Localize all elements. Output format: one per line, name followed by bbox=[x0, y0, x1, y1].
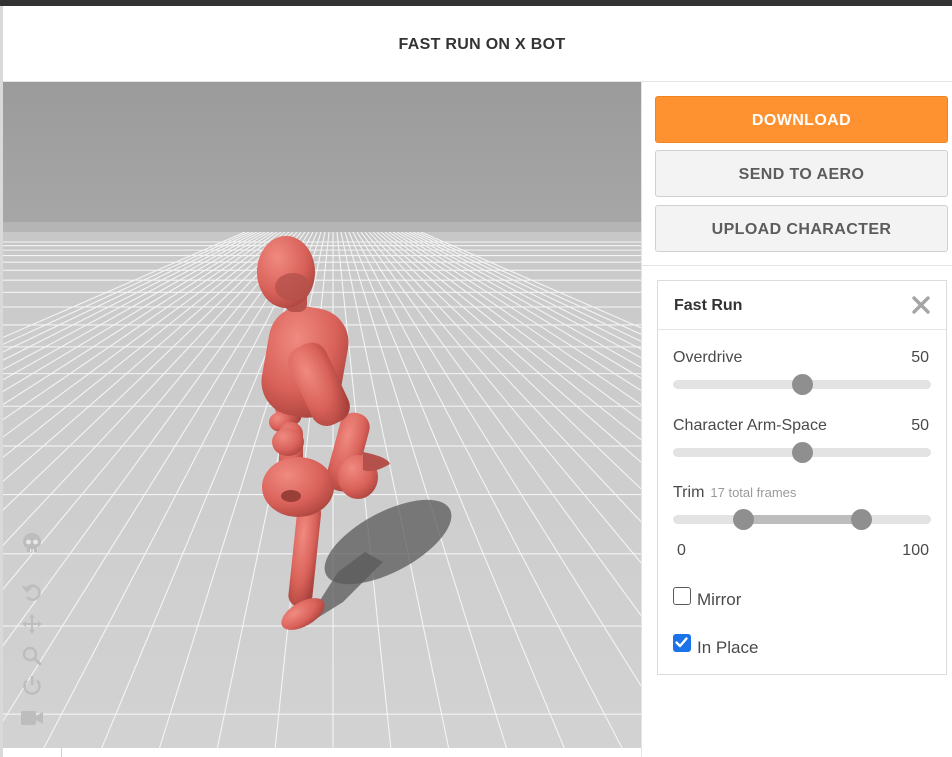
overdrive-slider[interactable] bbox=[673, 374, 931, 395]
zoom-icon[interactable] bbox=[19, 643, 45, 669]
title-bar: FAST RUN ON X BOT bbox=[3, 6, 952, 82]
trim-end-handle[interactable] bbox=[851, 509, 873, 530]
power-icon[interactable] bbox=[19, 673, 45, 699]
side-panel: DOWNLOAD SEND TO AERO UPLOAD CHARACTER F… bbox=[641, 82, 952, 757]
in-place-label: In Place bbox=[697, 638, 759, 657]
mirror-label: Mirror bbox=[697, 590, 742, 609]
animation-settings-panel: Fast Run Overdrive 50 Character Arm-Spac… bbox=[657, 280, 947, 675]
trim-min-label: 0 bbox=[677, 542, 686, 559]
move-icon[interactable] bbox=[19, 611, 45, 637]
overdrive-value: 50 bbox=[911, 349, 929, 366]
panel-header: Fast Run bbox=[658, 281, 946, 330]
arm-space-value: 50 bbox=[911, 417, 929, 434]
in-place-checkbox[interactable] bbox=[673, 634, 691, 652]
page-title: FAST RUN ON X BOT bbox=[398, 36, 566, 53]
skull-icon[interactable] bbox=[19, 530, 45, 556]
scene-canvas[interactable] bbox=[3, 82, 641, 748]
overdrive-label: Overdrive bbox=[673, 349, 743, 366]
overdrive-slider-handle[interactable] bbox=[792, 374, 813, 395]
checkmark-icon bbox=[675, 637, 688, 648]
video-camera-icon[interactable] bbox=[19, 705, 45, 731]
trim-range-fill bbox=[742, 515, 862, 524]
arm-space-label: Character Arm-Space bbox=[673, 417, 827, 434]
trim-range-slider[interactable] bbox=[673, 509, 931, 530]
close-icon[interactable] bbox=[910, 294, 932, 316]
arm-space-slider-handle[interactable] bbox=[792, 442, 813, 463]
animation-name: Fast Run bbox=[674, 297, 743, 314]
trim-frame-count: 17 total frames bbox=[710, 485, 797, 500]
viewport-bottom-strip bbox=[3, 748, 641, 757]
divider bbox=[642, 265, 952, 266]
upload-character-button[interactable]: UPLOAD CHARACTER bbox=[655, 205, 948, 252]
arm-space-slider[interactable] bbox=[673, 442, 931, 463]
trim-max-label: 100 bbox=[902, 542, 929, 559]
mirror-checkbox[interactable] bbox=[673, 587, 691, 605]
trim-label-row: Trim 17 total frames bbox=[673, 484, 796, 502]
send-to-aero-button[interactable]: SEND TO AERO bbox=[655, 150, 948, 197]
undo-icon[interactable] bbox=[19, 580, 45, 606]
trim-label: Trim bbox=[673, 484, 705, 501]
download-button[interactable]: DOWNLOAD bbox=[655, 96, 948, 143]
3d-viewport[interactable] bbox=[3, 82, 641, 748]
trim-start-handle[interactable] bbox=[732, 509, 754, 530]
